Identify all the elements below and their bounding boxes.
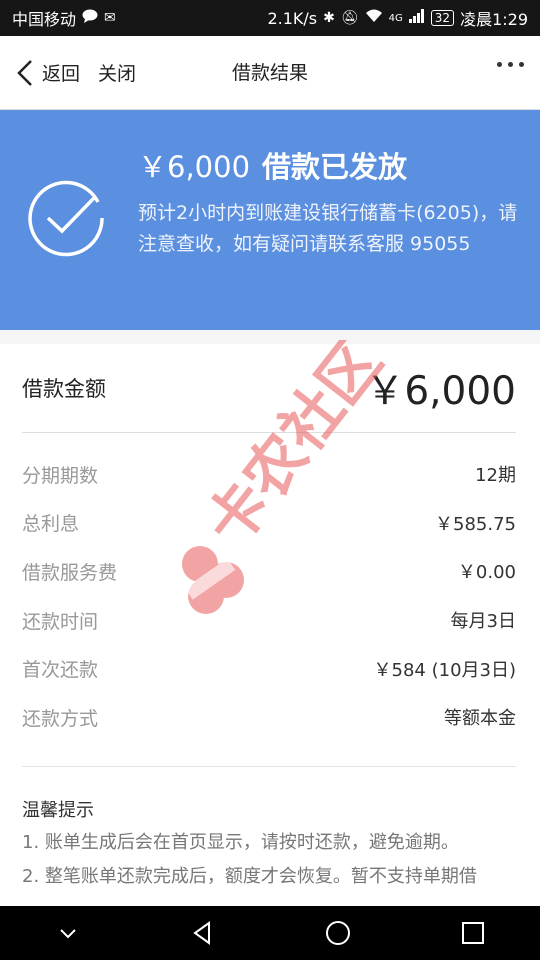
more-menu-icon[interactable] [497,62,524,67]
detail-value: ￥584 (10月3日) [373,659,516,681]
loan-details-list: 分期期数 12期 总利息 ￥585.75 借款服务费 ￥0.00 还款时间 每月… [22,450,516,742]
detail-value: ￥585.75 [435,513,516,535]
detail-label: 借款服务费 [22,561,118,584]
back-triangle-icon[interactable] [189,919,217,947]
mute-icon: 🔕︎ [340,10,359,26]
detail-row-repayment-date: 还款时间 每月3日 [22,596,516,645]
recent-apps-icon[interactable] [459,919,487,947]
bluetooth-icon: ✱ [323,10,335,26]
carrier-label: 中国移动 [12,10,77,29]
section-divider [22,766,516,767]
detail-label: 首次还款 [22,659,99,682]
detail-value: 12期 [475,465,516,487]
back-button[interactable]: 返回 [16,59,80,87]
chat-bubble-icon [82,9,98,27]
back-label: 返回 [42,63,81,85]
network-type: 4G [388,12,403,24]
close-button[interactable]: 关闭 [98,59,136,86]
detail-row-service-fee: 借款服务费 ￥0.00 [22,547,516,596]
nav-bar: 返回 关闭 借款结果 [0,36,540,110]
loan-amount-value: ￥6,000 [365,369,516,414]
banner-description: 预计2小时内到账建设银行储蓄卡(6205)，请注意查收，如有疑问请联系客服 95… [138,202,518,255]
detail-value: ￥0.00 [457,562,516,584]
page-title: 借款结果 [231,61,308,84]
detail-row-first-repayment: 首次还款 ￥584 (10月3日) [22,644,516,693]
detail-label: 还款方式 [22,707,99,730]
tips-item: 1. 账单生成后会在首页显示，请按时还款，避免逾期。 [22,832,459,853]
network-speed: 2.1K/s [267,8,318,28]
banner-status: 借款已发放 [262,150,408,184]
wifi-icon [365,9,383,27]
success-banner: ￥6,000 借款已发放 预计2小时内到账建设银行储蓄卡(6205)，请注意查收… [0,110,540,330]
tips-section: 温馨提示 1. 账单生成后会在首页显示，请按时还款，避免逾期。 2. 整笔账单还… [22,796,524,894]
detail-value: 等额本金 [444,708,516,730]
detail-value: 每月3日 [450,611,516,633]
loan-detail-card: 借款金额 ￥6,000 分期期数 12期 总利息 ￥585.75 借款服务费 ￥… [0,344,540,906]
detail-label: 总利息 [22,513,80,536]
detail-label: 分期期数 [22,464,99,487]
system-nav-bar [0,906,540,960]
signal-icon [408,9,425,27]
clock: 凌晨1:29 [460,10,528,29]
app-notification-icon: ✉ [104,10,116,26]
detail-row-total-interest: 总利息 ￥585.75 [22,499,516,548]
detail-row-installments: 分期期数 12期 [22,450,516,499]
home-circle-icon[interactable] [324,919,352,947]
banner-amount: ￥6,000 [138,150,251,184]
status-bar: 中国移动 ✉ 2.1K/s ✱ 🔕︎ 4G 32 凌晨1:29 [0,0,540,36]
detail-label: 还款时间 [22,610,99,633]
chevron-left-icon [17,59,32,86]
loan-amount-row: 借款金额 ￥6,000 [22,344,516,433]
chevron-down-icon[interactable] [54,919,82,947]
battery-icon: 32 [430,10,455,26]
tips-title: 温馨提示 [22,800,94,821]
banner-title: ￥6,000 借款已发放 [138,144,407,186]
detail-row-repayment-method: 还款方式 等额本金 [22,693,516,742]
check-circle-icon [28,180,104,257]
loan-amount-label: 借款金额 [22,377,106,401]
tips-item: 2. 整笔账单还款完成后，额度才会恢复。暂不支持单期借 [22,866,477,887]
